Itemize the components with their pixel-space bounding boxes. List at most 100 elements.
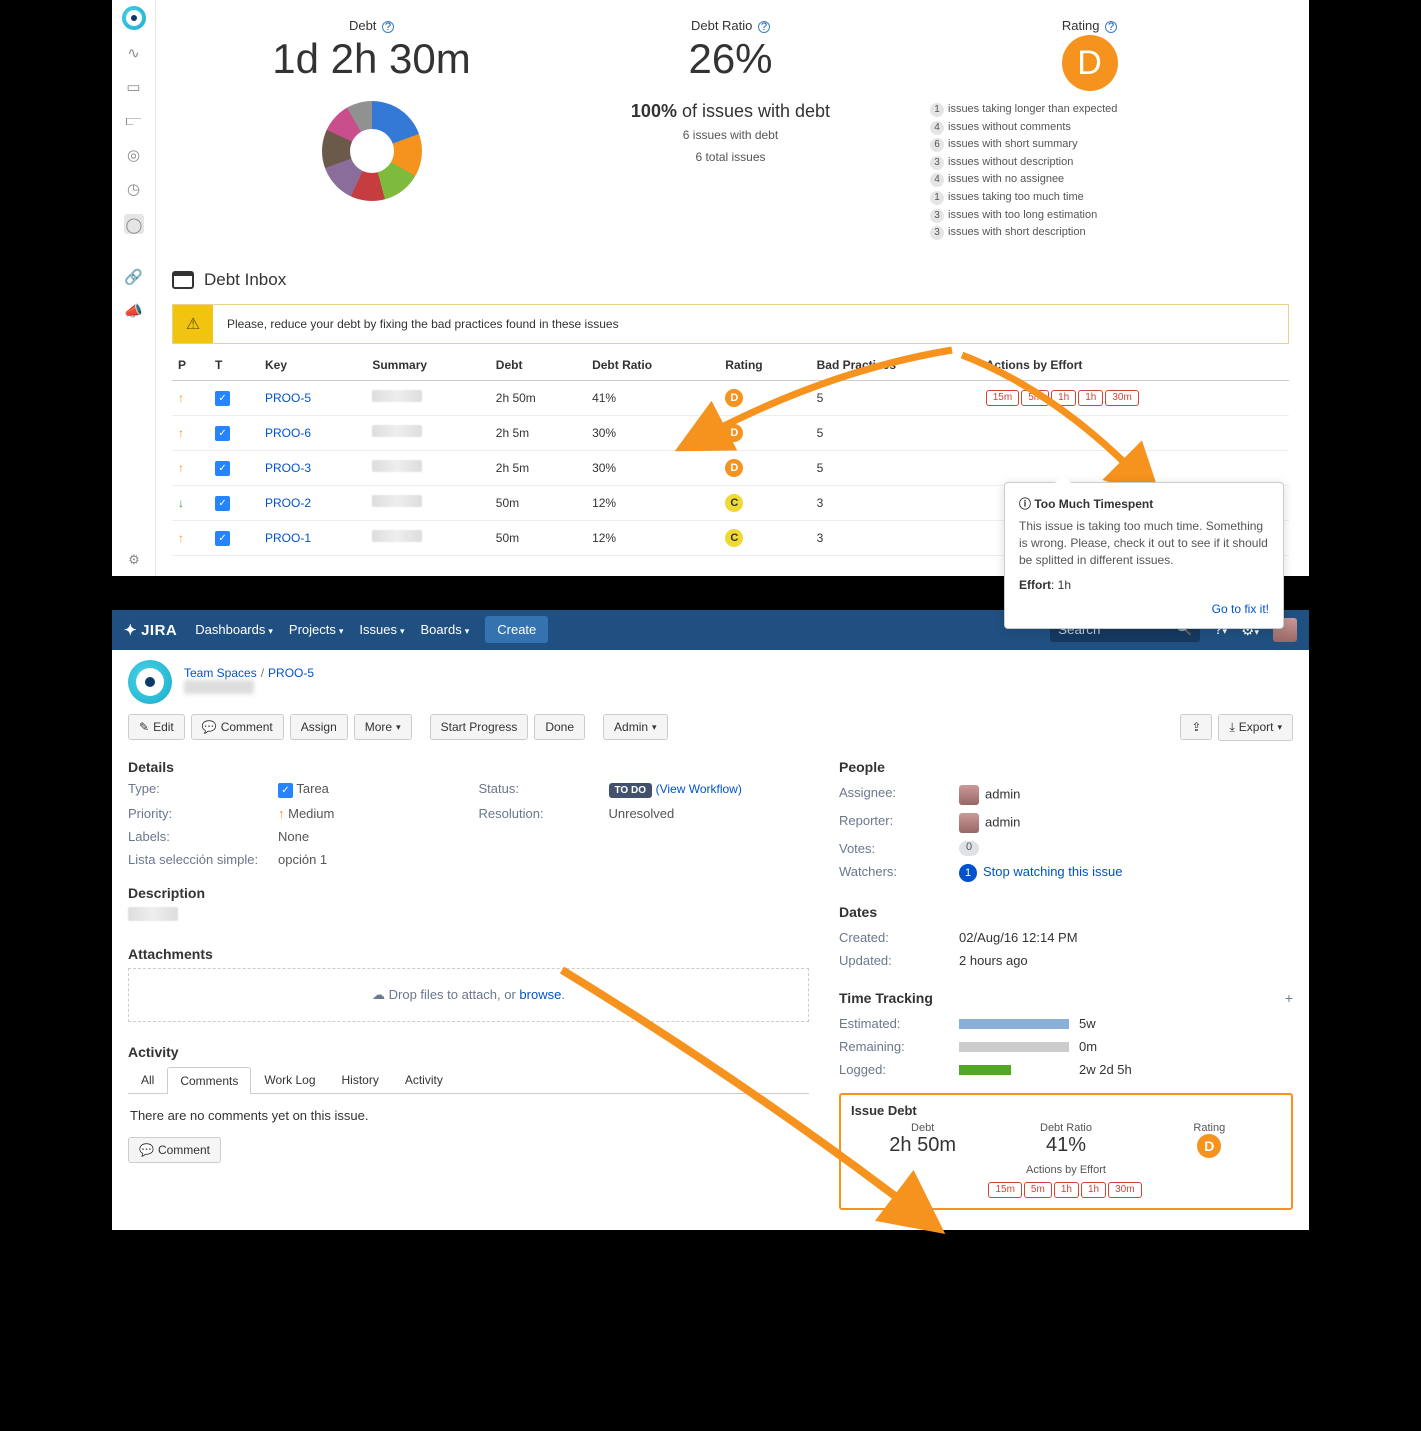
col-type[interactable]: T: [209, 350, 259, 381]
ratio-cell: 12%: [586, 520, 719, 555]
issue-key-link[interactable]: PROO-2: [265, 496, 311, 510]
effort-pill[interactable]: 30m: [1105, 390, 1138, 406]
link-icon[interactable]: 🔗: [124, 268, 144, 288]
done-button[interactable]: Done: [534, 714, 585, 740]
type-cell: ✓: [209, 380, 259, 415]
nav-boards[interactable]: Boards▾: [421, 622, 470, 637]
ratio-cell: 12%: [586, 485, 719, 520]
debt-cause-item[interactable]: 1issues taking longer than expected: [930, 101, 1269, 119]
breadcrumb-issue-key[interactable]: PROO-5: [268, 666, 314, 680]
assign-button[interactable]: Assign: [290, 714, 348, 740]
clock-icon[interactable]: ◷: [124, 180, 144, 200]
more-button[interactable]: More▾: [354, 714, 412, 740]
settings-ring-icon[interactable]: ◯: [124, 214, 144, 234]
activity-heading: Activity: [128, 1044, 809, 1060]
summary-cell: [366, 520, 489, 555]
add-comment-button[interactable]: 💬 Comment: [128, 1137, 221, 1163]
nav-dashboards[interactable]: Dashboards▾: [195, 622, 273, 637]
issues-pct-rest: of issues with debt: [677, 101, 830, 121]
tab-comments[interactable]: Comments: [167, 1067, 251, 1094]
metric-rating: Rating ? D: [910, 18, 1269, 91]
effort-pill[interactable]: 1h: [1051, 390, 1076, 406]
assignee-label: Assignee:: [839, 785, 959, 805]
priority-value: Medium: [278, 806, 479, 821]
effort-pill[interactable]: 5m: [1024, 1182, 1052, 1198]
debt-cause-item[interactable]: 3issues with short description: [930, 224, 1269, 242]
col-actions[interactable]: Actions by Effort: [980, 350, 1289, 381]
effort-pill[interactable]: 30m: [1108, 1182, 1141, 1198]
col-rating[interactable]: Rating: [719, 350, 810, 381]
export-button[interactable]: ⤓ Export▾: [1218, 714, 1293, 741]
share-button[interactable]: ⇪: [1180, 714, 1212, 740]
status-label: Status:: [479, 781, 609, 798]
help-icon[interactable]: ?: [1105, 21, 1117, 33]
tab-activity[interactable]: Activity: [392, 1066, 456, 1093]
created-label: Created:: [839, 930, 959, 945]
effort-pill[interactable]: 5m: [1021, 390, 1049, 406]
nav-create-button[interactable]: Create: [485, 616, 548, 643]
col-bad-practices[interactable]: Bad Practices: [811, 350, 980, 381]
tab-all[interactable]: All: [128, 1066, 167, 1093]
type-label: Type:: [128, 781, 278, 798]
edit-button[interactable]: ✎ Edit: [128, 714, 185, 740]
warning-text: Please, reduce your debt by fixing the b…: [213, 305, 633, 343]
target-icon[interactable]: ◎: [124, 146, 144, 166]
issue-key-link[interactable]: PROO-3: [265, 461, 311, 475]
debt-inbox-title: Debt Inbox: [204, 270, 286, 290]
col-ratio[interactable]: Debt Ratio: [586, 350, 719, 381]
debt-cause-item[interactable]: 3issues without description: [930, 154, 1269, 172]
chart-icon[interactable]: ⫍: [124, 112, 144, 132]
task-type-icon: ✓: [215, 426, 230, 441]
breadcrumb-space[interactable]: Team Spaces: [184, 666, 257, 680]
watchers-label: Watchers:: [839, 864, 959, 882]
effort-pill[interactable]: 1h: [1054, 1182, 1079, 1198]
issue-rating-badge: D: [1197, 1134, 1221, 1158]
start-progress-button[interactable]: Start Progress: [430, 714, 529, 740]
col-debt[interactable]: Debt: [490, 350, 586, 381]
debt-cause-item[interactable]: 4issues with no assignee: [930, 171, 1269, 189]
issue-key-link[interactable]: PROO-5: [265, 391, 311, 405]
issue-key-link[interactable]: PROO-6: [265, 426, 311, 440]
project-avatar-icon[interactable]: [128, 660, 172, 704]
debt-cause-item[interactable]: 3issues with too long estimation: [930, 207, 1269, 225]
browse-link[interactable]: browse: [519, 987, 561, 1002]
gear-icon[interactable]: ⚙: [112, 552, 156, 568]
debt-cause-item[interactable]: 6issues with short summary: [930, 136, 1269, 154]
effort-pill[interactable]: 15m: [988, 1182, 1021, 1198]
col-priority[interactable]: P: [172, 350, 209, 381]
issues-pct-strong: 100%: [631, 101, 677, 121]
project-logo-icon[interactable]: [122, 6, 146, 30]
avatar-icon: [959, 785, 979, 805]
col-summary[interactable]: Summary: [366, 350, 489, 381]
add-time-icon[interactable]: +: [1285, 990, 1293, 1006]
folder-icon[interactable]: ▭: [124, 78, 144, 98]
help-icon[interactable]: ?: [382, 21, 394, 33]
bad-practices-cell: 3: [811, 485, 980, 520]
effort-pill[interactable]: 1h: [1081, 1182, 1106, 1198]
activity-icon[interactable]: ∿: [124, 44, 144, 64]
megaphone-icon[interactable]: 📣: [124, 302, 144, 322]
stop-watching-link[interactable]: Stop watching this issue: [983, 864, 1122, 879]
comment-button[interactable]: 💬 Comment: [191, 714, 284, 740]
task-type-icon: ✓: [215, 496, 230, 511]
inbox-icon: [172, 271, 194, 289]
jira-logo[interactable]: JIRA: [124, 621, 177, 639]
view-workflow-link[interactable]: (View Workflow): [656, 782, 742, 796]
effort-pill[interactable]: 1h: [1078, 390, 1103, 406]
logged-value: 2w 2d 5h: [1079, 1062, 1132, 1077]
tab-worklog[interactable]: Work Log: [251, 1066, 328, 1093]
debt-cause-item[interactable]: 1issues taking too much time: [930, 189, 1269, 207]
effort-pill[interactable]: 15m: [986, 390, 1019, 406]
issue-key-link[interactable]: PROO-1: [265, 531, 311, 545]
logged-label: Logged:: [839, 1062, 959, 1077]
attachments-dropzone[interactable]: ☁︎ Drop files to attach, or browse.: [128, 968, 809, 1022]
debt-cause-item[interactable]: 4issues without comments: [930, 119, 1269, 137]
nav-projects[interactable]: Projects▾: [289, 622, 344, 637]
col-key[interactable]: Key: [259, 350, 366, 381]
tooltip-fix-link[interactable]: Go to fix it!: [1212, 602, 1269, 616]
admin-button[interactable]: Admin▾: [603, 714, 668, 740]
tab-history[interactable]: History: [329, 1066, 392, 1093]
issues-total-count: 6 total issues: [551, 148, 910, 166]
help-icon[interactable]: ?: [758, 21, 770, 33]
nav-issues[interactable]: Issues▾: [359, 622, 404, 637]
